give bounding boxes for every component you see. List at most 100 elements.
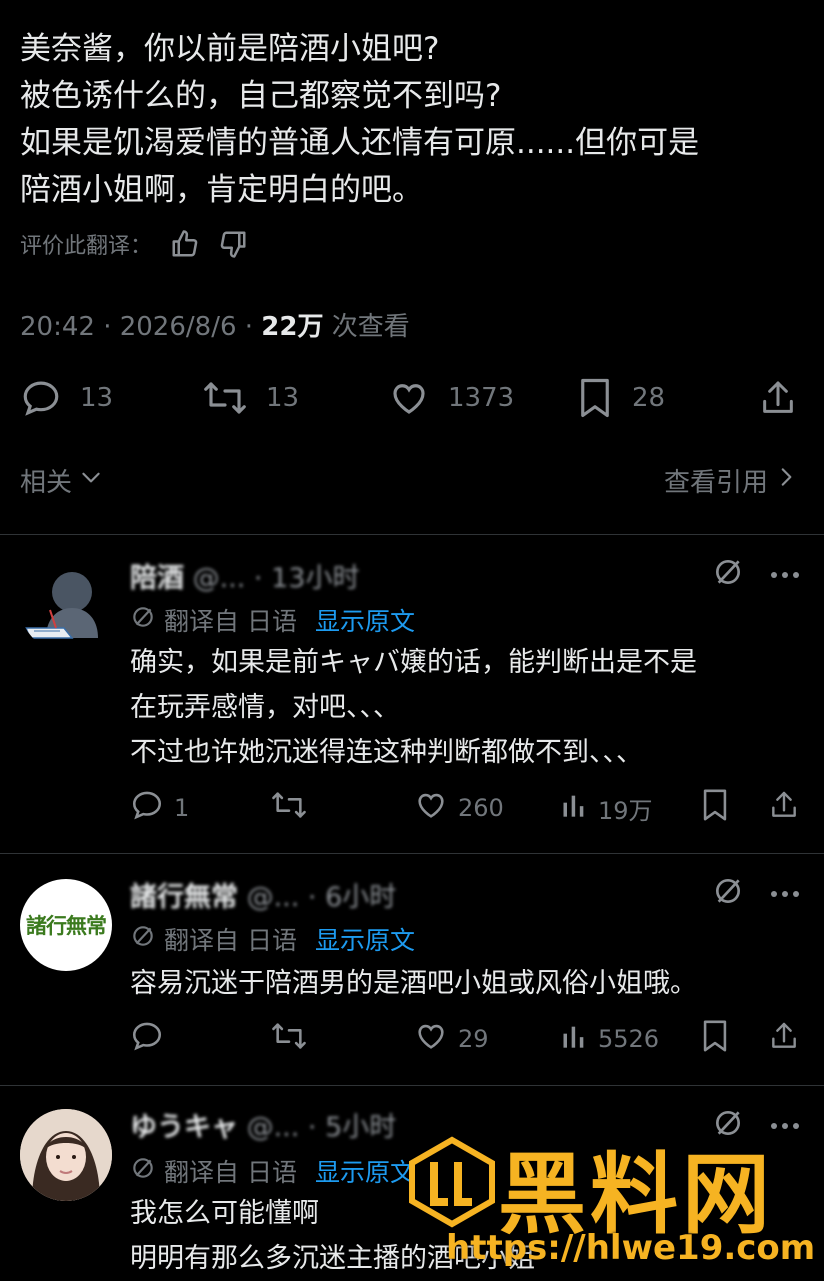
more-options-icon[interactable] bbox=[770, 884, 800, 903]
bookmark-count: 28 bbox=[632, 383, 666, 413]
views-button[interactable]: 19万 bbox=[560, 788, 653, 828]
reply-text: 容易沉迷于陪酒男的是酒吧小姐或风俗小姐哦。 bbox=[130, 961, 697, 1006]
reply-author-name: ゆうキャ bbox=[130, 1112, 238, 1143]
share-button[interactable] bbox=[758, 370, 798, 426]
views-count: 19万 bbox=[598, 796, 653, 825]
bookmark-icon bbox=[700, 1019, 730, 1059]
share-button[interactable] bbox=[768, 1019, 800, 1059]
translate-icon bbox=[130, 923, 156, 955]
translated-from: 翻译自 日语 bbox=[164, 607, 297, 636]
reply-handle-time: @... · 5小时 bbox=[246, 1112, 397, 1143]
reply-author: ゆうキャ @... · 5小时 bbox=[130, 1105, 396, 1144]
tweet-time: 20:42 · 2026/8/6 · bbox=[20, 312, 262, 342]
view-quotes-link[interactable]: 查看引用 bbox=[664, 462, 796, 499]
heart-icon bbox=[388, 377, 430, 419]
retweet-button[interactable]: 13 bbox=[202, 370, 299, 426]
reply-item[interactable]: 陪酒 @... · 13小时 翻译自 日语 显示原文 确实，如果是前キャバ嬢的话… bbox=[0, 534, 824, 852]
show-original-link[interactable]: 显示原文 bbox=[315, 602, 415, 638]
like-button[interactable]: 1373 bbox=[388, 370, 514, 426]
bookmark-button[interactable] bbox=[700, 1019, 730, 1059]
reply-top-actions bbox=[712, 875, 800, 911]
reply-button[interactable] bbox=[130, 1019, 164, 1059]
translation-info: 翻译自 日语 显示原文 bbox=[130, 1153, 415, 1189]
reply-handle-time: @... · 6小时 bbox=[246, 882, 397, 913]
watermark: 黑料网 https://hlwe19.com bbox=[406, 1128, 815, 1278]
tweet-line: 被色诱什么的，自己都察觉不到吗? bbox=[20, 78, 502, 114]
retweet-icon bbox=[270, 788, 308, 828]
reply-action-bar: 29 5526 bbox=[130, 1019, 810, 1059]
show-original-link[interactable]: 显示原文 bbox=[315, 921, 415, 957]
reply-author: 陪酒 @... · 13小时 bbox=[130, 556, 359, 595]
reply-author: 諸行無常 @... · 6小时 bbox=[130, 875, 396, 914]
avatar[interactable] bbox=[20, 1109, 112, 1201]
reply-item[interactable]: 諸行無常 諸行無常 @... · 6小时 翻译自 日语 显示原文 容易沉迷于陪酒… bbox=[0, 853, 824, 1085]
reply-line: 不过也许她沉迷得连这种判断都做不到、、、 bbox=[130, 737, 643, 768]
more-options-icon[interactable] bbox=[770, 565, 800, 584]
translate-icon bbox=[130, 1155, 156, 1187]
like-button[interactable]: 29 bbox=[414, 1019, 489, 1059]
related-dropdown[interactable]: 相关 bbox=[20, 462, 104, 499]
reply-author-name: 諸行無常 bbox=[130, 882, 238, 913]
watermark-logo bbox=[409, 1136, 495, 1228]
views-count: 5526 bbox=[598, 1025, 660, 1053]
bookmark-icon bbox=[576, 377, 614, 419]
avatar-text: 諸行無常 bbox=[26, 914, 107, 938]
translation-info: 翻译自 日语 显示原文 bbox=[130, 921, 415, 957]
share-icon bbox=[768, 1019, 800, 1059]
reply-button[interactable]: 1 bbox=[130, 788, 189, 828]
retweet-count: 13 bbox=[266, 383, 300, 413]
translation-info: 翻译自 日语 显示原文 bbox=[130, 602, 415, 638]
chevron-right-icon bbox=[776, 464, 796, 497]
retweet-icon bbox=[270, 1019, 308, 1059]
tweet-views: 22万 bbox=[261, 312, 324, 342]
views-button[interactable]: 5526 bbox=[560, 1019, 659, 1059]
tweet-text: 美奈酱，你以前是陪酒小姐吧? 被色诱什么的，自己都察觉不到吗? 如果是饥渴爱情的… bbox=[20, 26, 810, 214]
reply-top-actions bbox=[712, 556, 800, 592]
avatar[interactable] bbox=[20, 560, 112, 652]
reply-line: 在玩弄感情，对吧、、、 bbox=[130, 692, 400, 723]
translated-from: 翻译自 日语 bbox=[164, 1158, 297, 1187]
retweet-button[interactable] bbox=[270, 1019, 308, 1059]
reply-line: 确实，如果是前キャバ嬢的话，能判断出是不是 bbox=[130, 647, 697, 678]
grok-icon[interactable] bbox=[712, 875, 744, 911]
tweet-line: 陪酒小姐啊，肯定明白的吧。 bbox=[20, 172, 423, 208]
reply-icon bbox=[130, 1019, 164, 1059]
translated-from: 翻译自 日语 bbox=[164, 926, 297, 955]
view-quotes-label: 查看引用 bbox=[663, 468, 768, 498]
reply-icon bbox=[20, 377, 62, 419]
like-button[interactable]: 260 bbox=[414, 788, 504, 828]
views-chart-icon bbox=[560, 1022, 588, 1056]
heart-icon bbox=[414, 1019, 448, 1059]
reply-author-name: 陪酒 bbox=[130, 563, 184, 594]
tweet-action-bar: 13 13 1373 28 bbox=[0, 370, 824, 426]
like-count: 260 bbox=[458, 794, 504, 822]
bookmark-button[interactable]: 28 bbox=[576, 370, 665, 426]
reply-handle-time: @... · 13小时 bbox=[192, 563, 360, 594]
bookmark-button[interactable] bbox=[700, 788, 730, 828]
tweet-meta: 20:42 · 2026/8/6 · 22万 次查看 bbox=[20, 306, 410, 343]
share-icon bbox=[758, 377, 798, 419]
retweet-icon bbox=[202, 377, 248, 419]
watermark-url: https://hlwe19.com bbox=[446, 1228, 816, 1268]
tweet-line: 美奈酱，你以前是陪酒小姐吧? bbox=[20, 31, 440, 67]
share-icon bbox=[768, 788, 800, 828]
reply-button[interactable]: 13 bbox=[20, 370, 113, 426]
thumbs-down-icon[interactable] bbox=[218, 229, 248, 259]
thumbs-up-icon[interactable] bbox=[170, 229, 200, 259]
show-original-link[interactable]: 显示原文 bbox=[315, 1153, 415, 1189]
heart-icon bbox=[414, 788, 448, 828]
reply-count: 1 bbox=[174, 794, 190, 822]
reply-count: 13 bbox=[80, 383, 114, 413]
retweet-button[interactable] bbox=[270, 788, 308, 828]
related-label: 相关 bbox=[20, 468, 73, 498]
views-chart-icon bbox=[560, 791, 588, 825]
grok-icon[interactable] bbox=[712, 556, 744, 592]
share-button[interactable] bbox=[768, 788, 800, 828]
bookmark-icon bbox=[700, 788, 730, 828]
avatar[interactable]: 諸行無常 bbox=[20, 879, 112, 971]
tweet-line: 如果是饥渴爱情的普通人还情有可原......但你可是 bbox=[20, 125, 700, 161]
translate-icon bbox=[130, 604, 156, 636]
rate-translation: 评价此翻译： bbox=[20, 228, 248, 260]
reply-action-bar: 1 260 19万 bbox=[130, 788, 810, 828]
rate-translation-label: 评价此翻译： bbox=[20, 234, 153, 259]
